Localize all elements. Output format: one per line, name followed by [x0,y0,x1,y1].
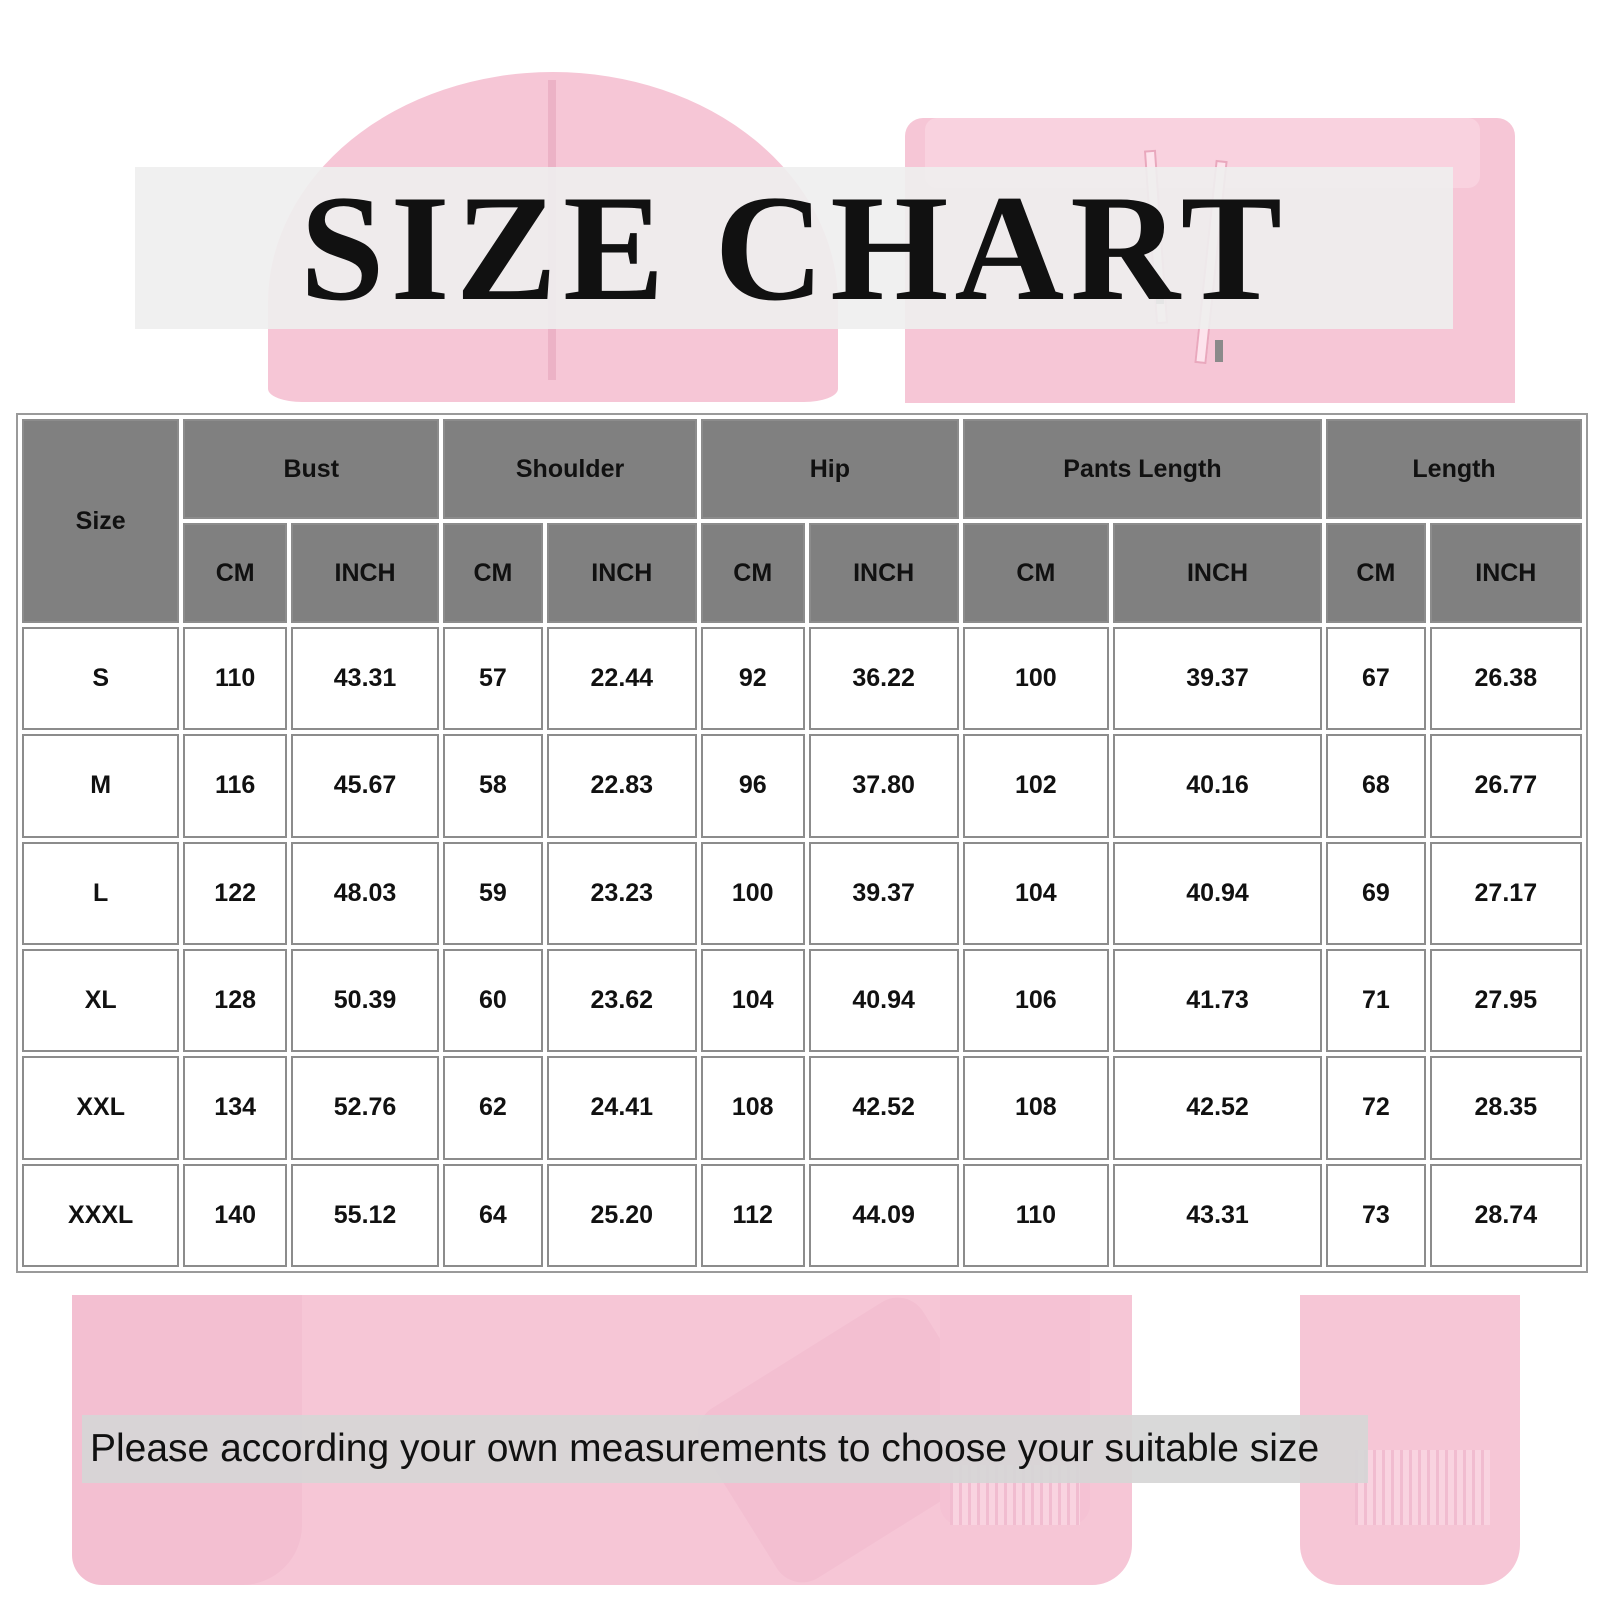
title-banner: SIZE CHART [135,164,1453,332]
measurement-cell: 43.31 [1112,1163,1323,1267]
measurement-cell: 40.94 [808,948,959,1053]
size-table-body: S 110 43.31 57 22.44 92 36.22 100 39.37 67 26.38 M 1… [22,627,1582,1267]
measurement-cell: 128 [183,948,287,1053]
unit-header-cm: CM [1326,523,1426,623]
page-title: SIZE CHART [299,164,1289,332]
measurement-cell: 60 [443,948,543,1053]
measurement-cell: 104 [700,948,805,1053]
measurement-cell: 68 [1326,734,1426,838]
table-row: XL 128 50.39 60 23.62 104 40.94 106 41.73 71 27.95 [22,948,1582,1053]
size-chart-table: Size Bust Shoulder Hip Pants Length Leng… [16,413,1588,1273]
unit-header-inch: INCH [1112,523,1323,623]
unit-header-inch: INCH [290,523,440,623]
measurement-cell: 25.20 [546,1163,697,1267]
table-row: M 116 45.67 58 22.83 96 37.80 102 40.16 68 26.77 [22,734,1582,838]
measurement-cell: 106 [962,948,1109,1053]
table-row: S 110 43.31 57 22.44 92 36.22 100 39.37 67 26.38 [22,627,1582,731]
group-header-shoulder: Shoulder [443,419,697,519]
measurement-cell: 59 [443,841,543,945]
group-header-pants-length: Pants Length [962,419,1323,519]
measurement-cell: 55.12 [290,1163,440,1267]
unit-header-cm: CM [700,523,805,623]
measurement-cell: 116 [183,734,287,838]
table-row: L 122 48.03 59 23.23 100 39.37 104 40.94 69 27.17 [22,841,1582,945]
measurement-cell: 27.95 [1429,948,1582,1053]
measurement-cell: 23.23 [546,841,697,945]
measurement-cell: 140 [183,1163,287,1267]
measurement-cell: 50.39 [290,948,440,1053]
measurement-cell: 92 [700,627,805,731]
measurement-cell: 104 [962,841,1109,945]
measurement-cell: 108 [700,1056,805,1160]
measurement-cell: 27.17 [1429,841,1582,945]
drawstring-tip-right [1215,340,1223,362]
measurement-cell: 36.22 [808,627,959,731]
measurement-cell: 48.03 [290,841,440,945]
measurement-cell: 28.35 [1429,1056,1582,1160]
measurement-cell: 28.74 [1429,1163,1582,1267]
group-header-hip: Hip [700,419,959,519]
measurement-cell: 26.38 [1429,627,1582,731]
size-header: Size [22,419,180,623]
group-header-length: Length [1326,419,1582,519]
measurement-cell: 102 [962,734,1109,838]
unit-header-inch: INCH [546,523,697,623]
measurement-cell: 134 [183,1056,287,1160]
measurement-cell: 100 [700,841,805,945]
size-label-cell: M [22,734,180,838]
measurement-cell: 122 [183,841,287,945]
measurement-cell: 110 [962,1163,1109,1267]
measurement-cell: 58 [443,734,543,838]
unit-header-cm: CM [962,523,1109,623]
header-row-units: CM INCH CM INCH CM INCH CM INCH CM INCH [22,523,1582,623]
measurement-cell: 24.41 [546,1056,697,1160]
measurement-cell: 26.77 [1429,734,1582,838]
measurement-cell: 62 [443,1056,543,1160]
pants-cuff-right [1355,1450,1490,1525]
measurement-cell: 67 [1326,627,1426,731]
size-label-cell: XXXL [22,1163,180,1267]
measurement-cell: 64 [443,1163,543,1267]
measurement-cell: 57 [443,627,543,731]
measurement-cell: 40.94 [1112,841,1323,945]
measurement-cell: 110 [183,627,287,731]
measurement-cell: 112 [700,1163,805,1267]
measurement-cell: 43.31 [290,627,440,731]
measurement-cell: 39.37 [808,841,959,945]
measurement-cell: 108 [962,1056,1109,1160]
measurement-cell: 69 [1326,841,1426,945]
size-label-cell: XXL [22,1056,180,1160]
measurement-cell: 52.76 [290,1056,440,1160]
unit-header-inch: INCH [1429,523,1582,623]
measurement-cell: 37.80 [808,734,959,838]
unit-header-inch: INCH [808,523,959,623]
measurement-cell: 44.09 [808,1163,959,1267]
unit-header-cm: CM [443,523,543,623]
size-label-cell: L [22,841,180,945]
size-label-cell: S [22,627,180,731]
measurement-cell: 22.83 [546,734,697,838]
table-row: XXXL 140 55.12 64 25.20 112 44.09 110 43.31 73 28.… [22,1163,1582,1267]
table-row: XXL 134 52.76 62 24.41 108 42.52 108 42.52 72 28.3… [22,1056,1582,1160]
size-label-cell: XL [22,948,180,1053]
note-banner: Please according your own measurements t… [82,1415,1368,1483]
group-header-bust: Bust [183,419,440,519]
measurement-cell: 45.67 [290,734,440,838]
measurement-cell: 23.62 [546,948,697,1053]
measurement-note: Please according your own measurements t… [90,1427,1320,1470]
header-row-groups: Size Bust Shoulder Hip Pants Length Leng… [22,419,1582,623]
measurement-cell: 42.52 [808,1056,959,1160]
measurement-cell: 42.52 [1112,1056,1323,1160]
measurement-cell: 100 [962,627,1109,731]
measurement-cell: 73 [1326,1163,1426,1267]
measurement-cell: 22.44 [546,627,697,731]
measurement-cell: 71 [1326,948,1426,1053]
unit-header-cm: CM [183,523,287,623]
measurement-cell: 96 [700,734,805,838]
measurement-cell: 39.37 [1112,627,1323,731]
measurement-cell: 40.16 [1112,734,1323,838]
measurement-cell: 72 [1326,1056,1426,1160]
measurement-cell: 41.73 [1112,948,1323,1053]
